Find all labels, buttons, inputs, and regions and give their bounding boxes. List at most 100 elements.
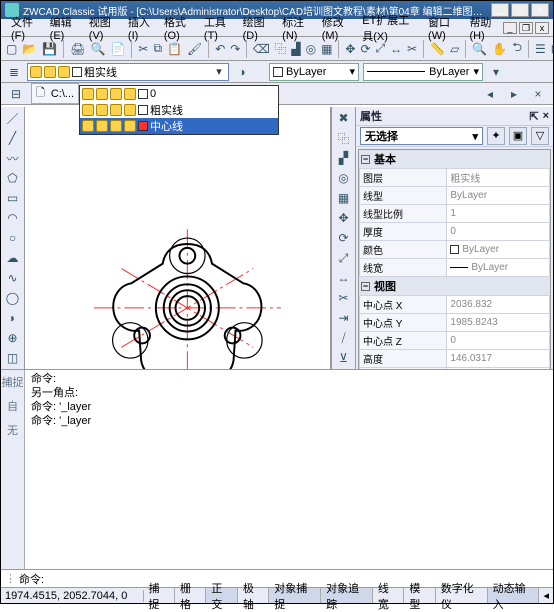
layer-dropdown-item[interactable]: 中心线 — [80, 118, 278, 134]
property-row[interactable]: 中心点 Z0 — [360, 332, 550, 350]
line-icon[interactable]: ／ — [4, 109, 22, 127]
menu-item[interactable]: 标注(N) — [276, 14, 316, 42]
linetype-combo[interactable]: ByLayer ▾ — [363, 63, 483, 81]
status-toggle[interactable]: 对象追踪 — [321, 588, 373, 603]
layer-dropdown-item[interactable]: 0 — [80, 86, 278, 102]
command-window[interactable]: 捕捉 自 无 命令: 另一角点: 命令: '_layer 命令: '_layer — [1, 369, 553, 569]
pin-icon[interactable]: ⇱ — [529, 110, 538, 123]
status-coordinates[interactable]: 1974.4515, 2052.7044, 0 — [1, 590, 144, 602]
array2-icon[interactable]: ▦ — [335, 189, 353, 207]
break-icon[interactable]: ⧸ — [335, 329, 353, 347]
mirror2-icon[interactable]: ▞ — [335, 149, 353, 167]
property-row[interactable]: 厚度0 — [360, 223, 550, 241]
status-toggle[interactable]: 栅格 — [175, 588, 206, 603]
scale-icon[interactable]: ⤢ — [375, 40, 387, 58]
rotate-icon[interactable]: ⟳ — [359, 40, 371, 58]
mdi-minimize-button[interactable]: _ — [503, 22, 517, 34]
layer-dropdown-list[interactable]: 0 粗实线 中心线 — [79, 85, 279, 135]
property-row[interactable]: 线型比例1 — [360, 205, 550, 223]
print-icon[interactable]: 🖨 — [69, 40, 86, 58]
grip-icon[interactable]: ⋮⋮ — [5, 572, 19, 585]
lineweight-combo[interactable]: ▾ — [487, 63, 505, 81]
stretch2-icon[interactable]: ↔ — [335, 269, 353, 287]
filter-button[interactable]: ▽ — [531, 127, 549, 145]
property-value[interactable]: 粗实线 — [447, 169, 550, 187]
menu-item[interactable]: 修改(M) — [316, 14, 356, 42]
status-tray-icon[interactable]: ◂ — [539, 589, 553, 602]
extend-icon[interactable]: ⇥ — [335, 309, 353, 327]
menu-item[interactable]: 帮助(H) — [463, 14, 503, 42]
selection-combo[interactable]: 无选择 ▾ — [360, 127, 483, 145]
property-value[interactable]: 0 — [447, 223, 550, 241]
block-icon[interactable]: ◫ — [4, 349, 22, 367]
publish-icon[interactable]: 📄 — [109, 40, 126, 58]
property-value[interactable]: ByLayer — [447, 241, 550, 259]
property-value[interactable]: ByLayer — [447, 187, 550, 205]
spline-icon[interactable]: ∿ — [4, 269, 22, 287]
circle-icon[interactable]: ○ — [4, 229, 22, 247]
new-icon[interactable]: ▢ — [5, 40, 18, 58]
pline-icon[interactable]: 〰 — [4, 149, 22, 167]
save-icon[interactable]: 💾 — [41, 40, 58, 58]
trim2-icon[interactable]: ✂ — [335, 289, 353, 307]
redo-icon[interactable]: ↷ — [229, 40, 241, 58]
collapse-icon[interactable]: − — [361, 155, 370, 164]
tab-scroll-right-icon[interactable]: ▸ — [505, 85, 523, 103]
rectangle-icon[interactable]: ▭ — [4, 189, 22, 207]
paste-icon[interactable]: 📋 — [166, 40, 183, 58]
menu-item[interactable]: 格式(O) — [158, 14, 198, 42]
menu-item[interactable]: 编辑(E) — [44, 14, 83, 42]
status-toggle[interactable]: 数字化仪 — [436, 588, 488, 603]
property-category[interactable]: −视图 — [359, 277, 550, 295]
chevron-down-icon[interactable]: ▾ — [212, 65, 226, 78]
collapse-icon[interactable]: − — [361, 282, 370, 291]
dist-icon[interactable]: 📏 — [429, 40, 446, 58]
mdi-close-button[interactable]: x — [535, 22, 549, 34]
erase-icon[interactable]: ⌫ — [252, 40, 270, 58]
maximize-button[interactable]: □ — [511, 3, 529, 17]
copyobj-icon[interactable]: ⿻ — [273, 40, 287, 58]
polygon-icon[interactable]: ⬠ — [4, 169, 22, 187]
menu-item[interactable]: 工具(T) — [198, 14, 237, 42]
ellipse-icon[interactable]: ◯ — [4, 289, 22, 307]
quickselect-button[interactable]: ✦ — [487, 127, 505, 145]
offset2-icon[interactable]: ◎ — [335, 169, 353, 187]
chevron-down-icon[interactable]: ▾ — [473, 65, 479, 78]
properties-icon[interactable]: ☰ — [534, 40, 547, 58]
close-button[interactable]: x — [531, 3, 549, 17]
property-row[interactable]: 颜色ByLayer — [360, 241, 550, 259]
property-row[interactable]: 线宽ByLayer — [360, 259, 550, 277]
insert-icon[interactable]: ⊕ — [4, 329, 22, 347]
offset-icon[interactable]: ◎ — [305, 40, 317, 58]
tree-icon[interactable]: ⊟ — [7, 85, 25, 103]
layer-combo[interactable]: 粗实线 ▾ — [27, 63, 229, 81]
scale2-icon[interactable]: ⤢ — [335, 249, 353, 267]
zoom-icon[interactable]: 🔍 — [471, 40, 488, 58]
property-category[interactable]: −基本 — [359, 150, 550, 168]
ellipsearc-icon[interactable]: ◗ — [4, 309, 22, 327]
layerprops-icon[interactable]: ≣ — [5, 63, 23, 81]
menu-item[interactable]: 插入(I) — [122, 14, 158, 42]
copy2-icon[interactable]: ⿻ — [335, 129, 353, 147]
pickadd-button[interactable]: ▣ — [509, 127, 527, 145]
area-icon[interactable]: ▱ — [449, 40, 460, 58]
property-row[interactable]: 图层粗实线 — [360, 169, 550, 187]
menu-item[interactable]: 视图(V) — [83, 14, 122, 42]
pan-icon[interactable]: ✋ — [491, 40, 508, 58]
preview-icon[interactable]: 🔍 — [89, 40, 106, 58]
color-combo[interactable]: ByLayer ▾ — [269, 63, 359, 81]
tab-scroll-left-icon[interactable]: ◂ — [481, 85, 499, 103]
property-row[interactable]: 中心点 X2036.832 — [360, 296, 550, 314]
document-tab[interactable]: 🗋 C:\... — [31, 83, 79, 104]
status-toggle[interactable]: 正交 — [206, 588, 237, 603]
menu-item[interactable]: 窗口(W) — [422, 14, 463, 42]
status-toggle[interactable]: 动态输入 — [488, 588, 540, 603]
status-toggle[interactable]: 极轴 — [238, 588, 269, 603]
zoomprev-icon[interactable]: ⮌ — [511, 40, 523, 58]
chevron-down-icon[interactable]: ▾ — [472, 130, 478, 143]
tab-close-icon[interactable]: × — [529, 85, 547, 103]
status-toggle[interactable]: 模型 — [404, 588, 435, 603]
open-icon[interactable]: 📂 — [21, 40, 38, 58]
erase2-icon[interactable]: ✖ — [335, 109, 353, 127]
cut-icon[interactable]: ✂ — [137, 40, 149, 58]
